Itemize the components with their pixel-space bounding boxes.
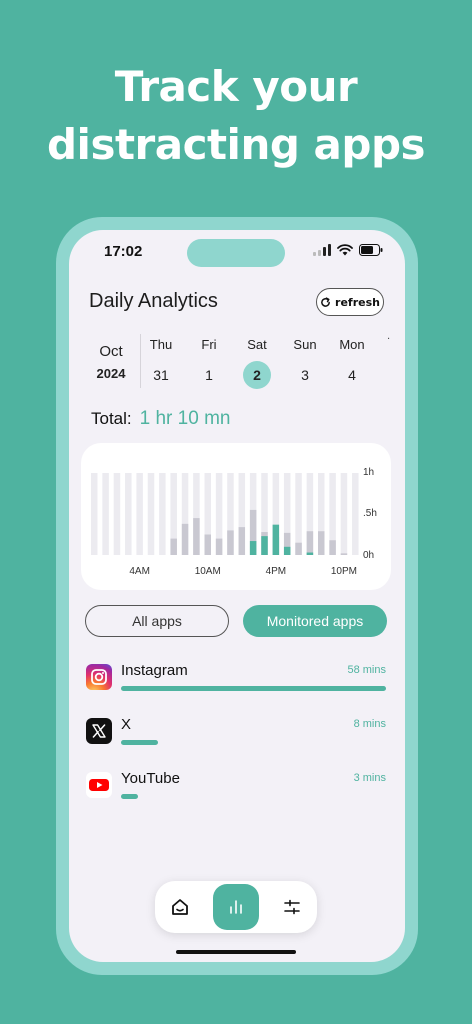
calendar-day-sat[interactable]: Sat 2 [237, 337, 277, 389]
home-indicator [176, 950, 296, 954]
chart-bar-other [215, 538, 223, 555]
tab-analytics[interactable] [213, 884, 259, 930]
app-name: Instagram [121, 662, 188, 679]
cellular-signal-icon [313, 244, 331, 256]
dynamic-island [187, 239, 285, 267]
chart-bar-track [147, 473, 155, 555]
chart-bar-track [102, 473, 109, 555]
chart-x-tick-label: 4AM [129, 566, 150, 577]
app-usage-time: 3 mins [353, 772, 386, 784]
app-usage-bar [121, 740, 158, 745]
status-time: 17:02 [104, 243, 143, 260]
chart-bar-other [329, 540, 336, 555]
chart-bar-other [295, 542, 302, 555]
chart-bar-track [352, 473, 359, 555]
chart-bar-track [125, 473, 132, 555]
day-name: Mon [339, 337, 365, 352]
headline-line-1: Track your [114, 62, 358, 111]
chart-bar-monitored [272, 524, 280, 555]
day-name: Sun [293, 337, 317, 352]
refresh-icon [321, 296, 330, 307]
chart-bar-track [91, 473, 98, 555]
chart-x-tick-label: 10PM [331, 566, 357, 577]
day-date-selected: 2 [243, 361, 271, 389]
x-icon [86, 718, 112, 744]
day-date: 3 [301, 367, 309, 383]
tab-settings[interactable] [269, 884, 315, 930]
app-usage-bar [121, 794, 138, 799]
tab-home[interactable] [157, 884, 203, 930]
day-date: 4 [348, 367, 356, 383]
chart-bar-other [227, 530, 234, 555]
app-row-instagram[interactable]: Instagram 58 mins [86, 662, 386, 704]
calendar-day-fri[interactable]: Fri 1 [189, 337, 229, 389]
chart-bar-other [170, 538, 177, 555]
total-value: 1 hr 10 mn [139, 408, 231, 429]
chart-bar-other [318, 531, 325, 555]
stats-icon [230, 900, 242, 914]
calendar-day-mon[interactable]: Mon 4 [332, 337, 372, 389]
headline-line-2: distracting apps [46, 120, 426, 169]
refresh-label: refresh [335, 295, 380, 309]
all-apps-button[interactable]: All apps [85, 605, 229, 637]
chart-bar-monitored [306, 552, 314, 555]
app-row-youtube[interactable]: YouTube 3 mins [86, 770, 386, 812]
app-usage-time: 58 mins [347, 664, 386, 676]
youtube-icon [86, 772, 112, 798]
chart-bar-track [136, 473, 143, 555]
app-row-x[interactable]: X 8 mins [86, 716, 386, 758]
app-name: YouTube [121, 770, 180, 787]
total-label: Total: [91, 409, 132, 428]
chart-bar-monitored [261, 536, 268, 555]
chart-bar-monitored [249, 541, 257, 555]
chart-bar-monitored [283, 546, 291, 555]
day-date: 31 [153, 367, 169, 383]
chart-bar-other [238, 527, 246, 555]
month-label: Oct [99, 343, 123, 360]
battery-icon [359, 244, 383, 256]
phone-screen: 17:02 Daily Analytics refresh Oct 2024 T… [69, 230, 405, 962]
status-icons [313, 244, 383, 256]
chart-bar-other [181, 523, 189, 555]
chart-bar-other [340, 553, 348, 555]
chart-bar-track [113, 473, 121, 555]
chart-x-tick-label: 10AM [195, 566, 221, 577]
chart-x-tick-label: 4PM [266, 566, 287, 577]
hourly-usage-chart: 1h .5h 0h 4AM 10AM 4PM 10PM [81, 443, 391, 590]
page-title: Daily Analytics [89, 290, 218, 312]
day-date: 1 [205, 367, 213, 383]
app-usage-bar [121, 686, 386, 691]
chart-bar-other [193, 518, 200, 555]
refresh-button[interactable]: refresh [316, 288, 384, 316]
calendar-month: Oct 2024 [89, 343, 133, 381]
calendar-day-sun[interactable]: Sun 3 [285, 337, 325, 389]
instagram-icon [86, 664, 112, 690]
chart-bar-other [204, 534, 211, 555]
home-icon [172, 899, 188, 915]
settings-icon [284, 899, 300, 915]
tab-bar [155, 881, 317, 933]
chart-bar-other [306, 531, 314, 555]
chart-y-tick-label: 1h [363, 467, 374, 478]
chart-y-tick-label: .5h [363, 508, 377, 519]
chart-bar-track [340, 473, 348, 555]
total-usage: Total: 1 hr 10 mn [91, 408, 230, 430]
calendar-day-thu[interactable]: Thu 31 [141, 337, 181, 389]
calendar-more-indicator: · [387, 334, 391, 345]
app-usage-time: 8 mins [353, 718, 386, 730]
day-name: Sat [247, 337, 267, 352]
wifi-icon [337, 244, 353, 256]
headline: Track your distracting apps [0, 58, 472, 174]
app-name: X [121, 716, 132, 733]
year-label: 2024 [96, 366, 126, 381]
day-name: Thu [149, 337, 173, 352]
chart-y-tick-label: 0h [363, 550, 374, 561]
chart-svg: 1h .5h 0h 4AM 10AM 4PM 10PM [91, 467, 377, 577]
chart-bar-track [159, 473, 166, 555]
monitored-apps-button[interactable]: Monitored apps [243, 605, 387, 637]
day-name: Fri [201, 337, 217, 352]
